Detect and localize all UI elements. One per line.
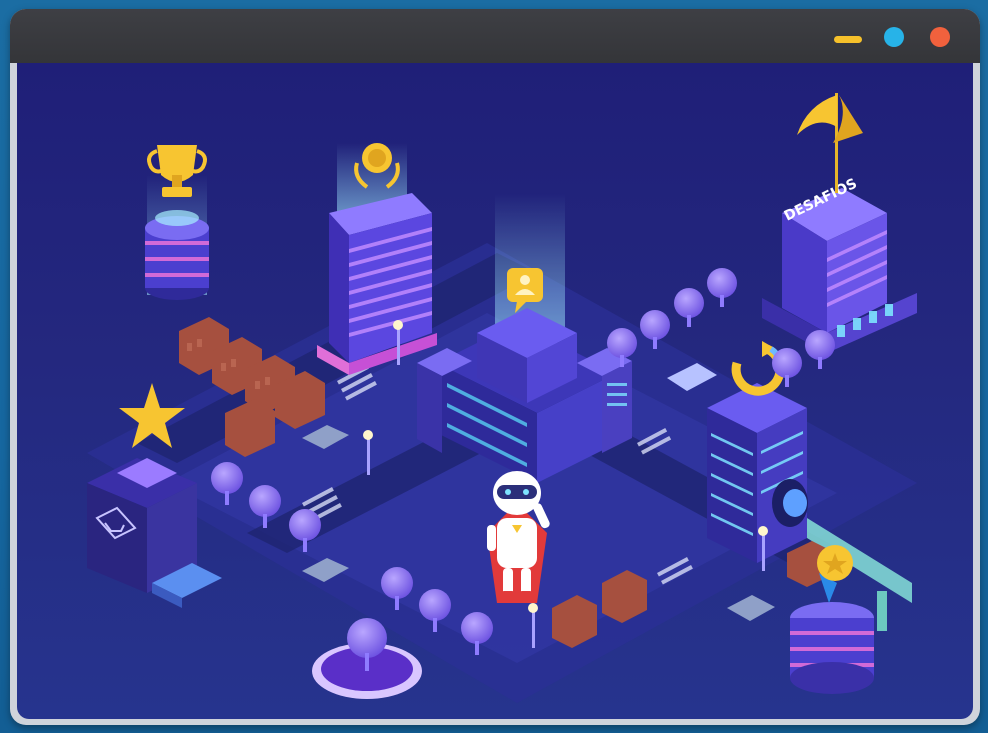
game-city-map[interactable]: DESAFIOS [17, 63, 973, 719]
trophy-tower [145, 145, 209, 300]
title-bar [10, 9, 980, 63]
award-medal-icon [817, 545, 853, 603]
close-button[interactable] [930, 27, 950, 47]
maximize-button[interactable] [884, 27, 904, 47]
challenges-tower: DESAFIOS [762, 93, 917, 353]
medal-building [317, 143, 437, 375]
city-illustration: DESAFIOS [87, 93, 917, 703]
minimize-button[interactable] [834, 36, 862, 43]
app-window: DESAFIOS [10, 9, 980, 725]
